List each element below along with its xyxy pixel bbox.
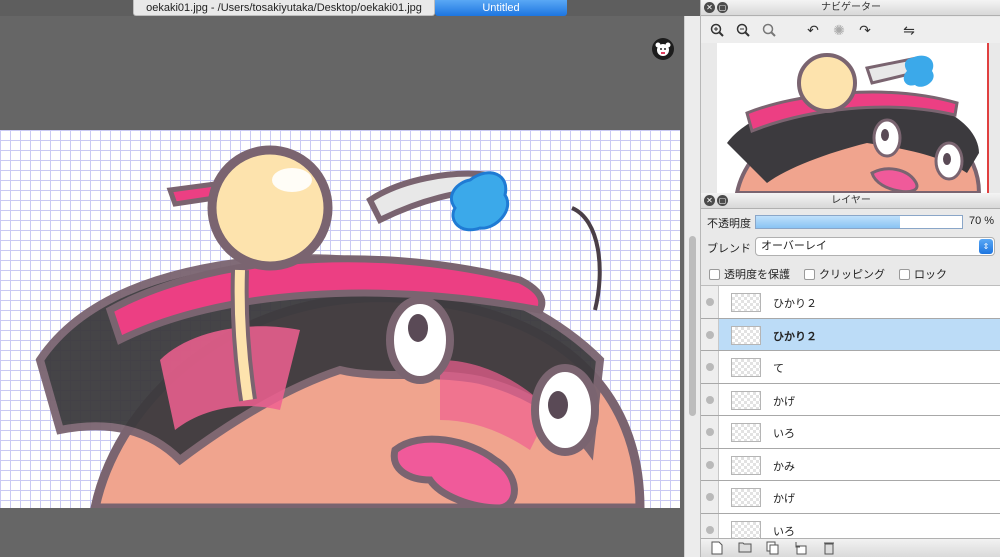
visibility-toggle[interactable] — [701, 351, 719, 383]
layer-thumbnail — [731, 520, 761, 538]
visibility-icon — [706, 428, 714, 436]
blend-label: ブレンド — [707, 243, 751, 255]
layer-thumbnail — [731, 325, 761, 345]
layer-name: いろ — [773, 428, 795, 440]
tab-untitled[interactable]: Untitled — [435, 0, 567, 16]
opacity-slider-fill — [756, 216, 901, 228]
layer-actions-bar — [701, 538, 1000, 557]
duplicate-layer-icon[interactable] — [765, 541, 781, 555]
clipping-label: クリッピング — [819, 269, 885, 281]
mascot-icon[interactable] — [652, 38, 674, 60]
layer-row[interactable]: て — [701, 351, 1000, 384]
visibility-toggle[interactable] — [701, 481, 719, 513]
collapse-icon[interactable]: ▢ — [717, 2, 728, 13]
visibility-icon — [706, 460, 714, 469]
navigator-thumbnail — [727, 53, 982, 193]
layer-name: いろ — [773, 525, 795, 538]
close-icon[interactable]: ✕ — [704, 195, 715, 206]
layer-row[interactable]: かげ — [701, 481, 1000, 514]
canvas-artwork — [35, 145, 645, 508]
layer-name: かげ — [773, 395, 795, 408]
blend-row: ブレンド オーバーレイ ⇕ — [701, 236, 1000, 258]
layer-thumbnail — [731, 455, 761, 475]
new-layer-icon[interactable] — [709, 541, 725, 555]
zoom-out-icon[interactable] — [733, 20, 753, 40]
opacity-value: 70 % — [969, 215, 995, 227]
visibility-icon — [706, 395, 714, 404]
scrollbar-thumb[interactable] — [689, 236, 696, 416]
layer-row[interactable]: いろ — [701, 416, 1000, 449]
layer-row[interactable]: かげ — [701, 383, 1000, 416]
visibility-icon — [706, 493, 714, 501]
layer-options-row: 透明度を保護 クリッピング ロック — [701, 266, 1000, 282]
layer-thumbnail — [731, 488, 761, 507]
visibility-icon — [706, 330, 714, 339]
layer-row[interactable]: ひかり２ — [701, 318, 1000, 351]
clipping-checkbox[interactable]: クリッピング — [804, 266, 885, 282]
zoom-in-icon[interactable] — [707, 20, 727, 40]
visibility-toggle[interactable] — [701, 513, 719, 538]
chevron-updown-icon[interactable]: ⇕ — [979, 239, 993, 254]
canvas-workspace[interactable] — [0, 16, 684, 557]
canvas-vertical-scrollbar[interactable] — [684, 16, 700, 557]
blend-mode-value: オーバーレイ — [761, 240, 827, 252]
layer-thumbnail — [731, 358, 761, 377]
drawing-canvas[interactable] — [0, 130, 680, 508]
layer-thumbnail — [731, 390, 761, 410]
layer-row[interactable]: かみ — [701, 448, 1000, 481]
delete-layer-icon[interactable] — [821, 541, 837, 555]
visibility-icon — [706, 363, 714, 371]
collapse-icon[interactable]: ▢ — [717, 195, 728, 206]
visibility-icon — [706, 525, 714, 534]
navigator-toolbar: ↶ ✺ ↷ ⇋ — [701, 17, 1000, 43]
visibility-toggle[interactable] — [701, 383, 719, 415]
layer-row[interactable]: いろ — [701, 513, 1000, 538]
tab-oekaki01[interactable]: oekaki01.jpg - /Users/tosakiyutaka/Deskt… — [133, 0, 435, 16]
rotate-reset-icon[interactable]: ✺ — [829, 20, 849, 40]
navigator-titlebar: ✕ ▢ ナビゲーター — [701, 0, 1000, 16]
zoom-reset-icon[interactable] — [759, 20, 779, 40]
flip-horizontal-icon[interactable]: ⇋ — [899, 20, 919, 40]
layer-name: かげ — [773, 493, 795, 505]
close-icon[interactable]: ✕ — [704, 2, 715, 13]
visibility-toggle[interactable] — [701, 416, 719, 448]
rotate-left-icon[interactable]: ↶ — [803, 20, 823, 40]
opacity-slider[interactable] — [755, 215, 963, 229]
checkbox-box[interactable] — [804, 268, 815, 280]
visibility-icon — [706, 298, 714, 306]
layer-name: て — [773, 363, 784, 375]
layers-title: レイヤー — [831, 195, 871, 206]
right-panel: ✕ ▢ ナビゲーター ↶ ✺ ↷ ⇋ ✕ ▢ レイヤー 不透明度 70 % ブレ… — [700, 0, 1000, 557]
visibility-toggle[interactable] — [701, 286, 719, 318]
protect-alpha-label: 透明度を保護 — [724, 269, 790, 281]
blend-mode-select[interactable]: オーバーレイ ⇕ — [755, 237, 995, 256]
layer-thumbnail — [731, 423, 761, 442]
merge-layer-icon[interactable] — [793, 541, 809, 555]
layer-name: ひかり２ — [773, 330, 817, 343]
navigator-title: ナビゲーター — [821, 2, 881, 13]
rotate-right-icon[interactable]: ↷ — [855, 20, 875, 40]
layer-name: ひかり２ — [773, 298, 817, 310]
layer-name: かみ — [773, 460, 795, 473]
document-tab-bar: oekaki01.jpg - /Users/tosakiyutaka/Deskt… — [0, 0, 700, 16]
layers-titlebar: ✕ ▢ レイヤー — [701, 193, 1000, 209]
navigator-preview[interactable] — [717, 43, 989, 193]
lock-checkbox[interactable]: ロック — [899, 266, 947, 282]
layer-list: ひかり２ ひかり２ て かげ いろ かみ かげ いろ — [701, 285, 1000, 538]
app-window: oekaki01.jpg - /Users/tosakiyutaka/Deskt… — [0, 0, 1000, 557]
visibility-toggle[interactable] — [701, 448, 719, 480]
lock-label: ロック — [914, 269, 947, 281]
opacity-row: 不透明度 70 % — [701, 212, 1000, 232]
layer-thumbnail — [731, 293, 761, 312]
checkbox-box[interactable] — [899, 268, 910, 280]
layer-row[interactable]: ひかり２ — [701, 286, 1000, 319]
protect-alpha-checkbox[interactable]: 透明度を保護 — [709, 266, 790, 282]
checkbox-box[interactable] — [709, 268, 720, 280]
new-folder-icon[interactable] — [737, 541, 753, 555]
opacity-label: 不透明度 — [707, 218, 751, 230]
visibility-toggle[interactable] — [701, 318, 719, 350]
